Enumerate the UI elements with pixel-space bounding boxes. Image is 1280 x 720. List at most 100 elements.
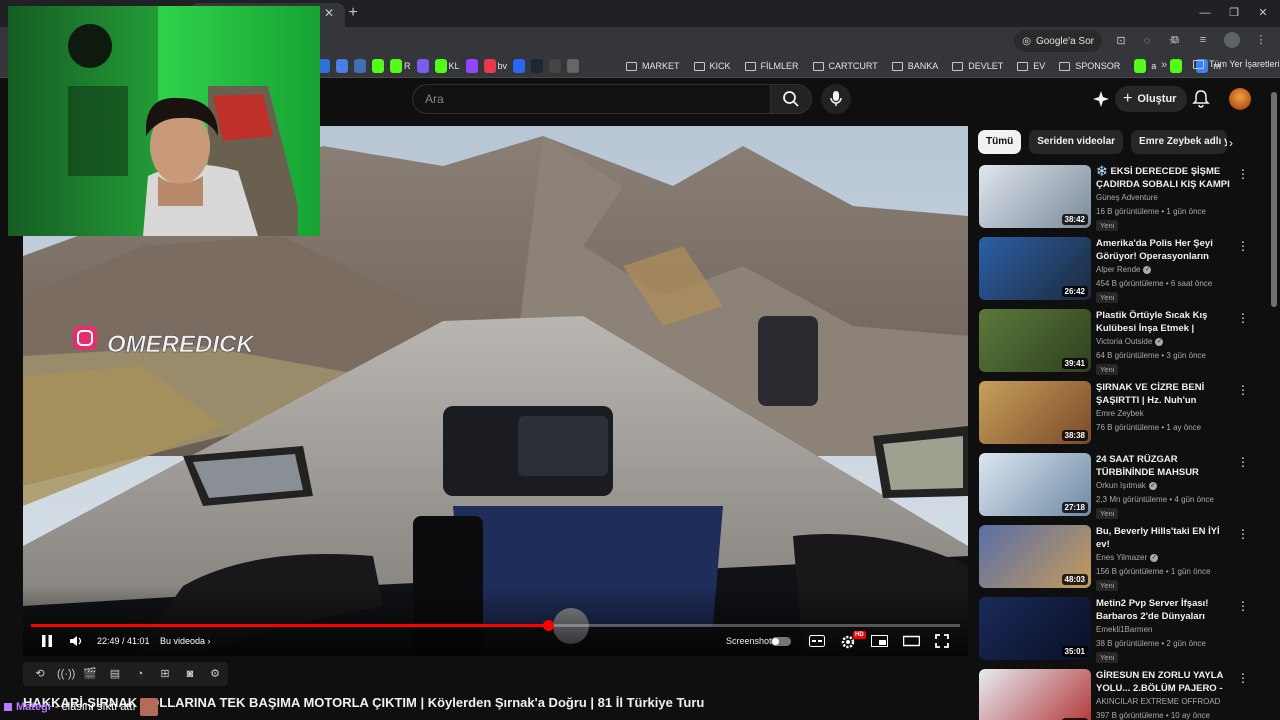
video-thumbnail[interactable]: 39:41 xyxy=(979,309,1091,372)
bookmark-item[interactable]: R xyxy=(390,59,411,73)
loop-icon[interactable]: ⟲ xyxy=(32,667,48,681)
chevron-right-icon[interactable]: › xyxy=(1222,134,1240,152)
channel-name[interactable]: Victoria Outside ✓ xyxy=(1096,337,1164,346)
recommendation-item[interactable]: 27:18 24 SAAT RÜZGAR TÜRBİNİNDE MAHSUR KA… xyxy=(978,453,1253,519)
close-tab-icon[interactable]: ✕ xyxy=(322,6,336,20)
google-sor-button[interactable]: ◎ Google'a Sor xyxy=(1014,30,1102,52)
more-actions-icon[interactable]: ⋮ xyxy=(1237,311,1249,325)
filter-chip[interactable]: Emre Zeybek adlı yük xyxy=(1131,130,1228,154)
bookmark-folder[interactable]: DEVLET xyxy=(952,61,1003,71)
recommendation-title[interactable]: 24 SAAT RÜZGAR TÜRBİNİNDE MAHSUR KALMAK! xyxy=(1096,453,1231,479)
minimize-icon[interactable]: — xyxy=(1198,6,1212,20)
channel-name[interactable]: Alper Rende ✓ xyxy=(1096,265,1152,274)
bookmark-folder[interactable]: CARTCURT xyxy=(812,61,878,71)
filter-chip[interactable]: Tümü xyxy=(978,130,1022,154)
recommendation-item[interactable]: 38:38 ŞIRNAK VE CİZRE BENİ ŞAŞIRTTI | Hz.… xyxy=(978,381,1253,447)
kebab-menu-icon[interactable]: ⋮ xyxy=(1254,33,1268,47)
search-input[interactable]: Ara xyxy=(412,84,770,114)
bookmark-folder[interactable]: SPONSOR xyxy=(1059,61,1120,71)
bookmark-item[interactable]: bv xyxy=(483,59,507,73)
more-actions-icon[interactable]: ⋮ xyxy=(1237,239,1249,253)
new-tab-icon[interactable]: + xyxy=(345,5,361,21)
bookmark-item[interactable] xyxy=(513,59,526,73)
bookmark-item[interactable] xyxy=(336,59,348,73)
recommendation-item[interactable]: 55:48GİRESUN EN ZORLU YAYLA YOLU... 2.BÖ… xyxy=(978,669,1253,720)
channel-name[interactable]: Emre Zeybek xyxy=(1096,409,1144,418)
bookmark-item[interactable] xyxy=(354,59,366,73)
channel-name[interactable]: Emekli1Barmen xyxy=(1096,625,1152,634)
bookmark-folder[interactable]: FİLMLER xyxy=(744,61,799,71)
video-thumbnail[interactable]: 38:42 xyxy=(979,165,1091,228)
voice-search-button[interactable] xyxy=(821,84,851,114)
bookmark-item[interactable] xyxy=(549,59,562,73)
camera-icon[interactable]: ◙ xyxy=(182,667,198,681)
recommendation-title[interactable]: Metin2 Pvp Server İfşası! Barbaros 2'de … xyxy=(1096,597,1231,623)
bookmark-item[interactable] xyxy=(416,59,429,73)
more-actions-icon[interactable]: ⋮ xyxy=(1237,671,1249,685)
scrollbar[interactable] xyxy=(1271,92,1277,307)
recommendation-title[interactable]: GİRESUN EN ZORLU YAYLA YOLU... 2.BÖLÜM P… xyxy=(1096,669,1231,695)
account-avatar[interactable] xyxy=(1229,88,1251,110)
more-actions-icon[interactable]: ⋮ xyxy=(1237,167,1249,181)
restore-icon[interactable]: ❐ xyxy=(1227,6,1241,20)
bookmark-item[interactable]: a xyxy=(1134,59,1156,73)
more-actions-icon[interactable]: ⋮ xyxy=(1237,527,1249,541)
miniplayer-icon[interactable] xyxy=(871,635,888,647)
recommendation-item[interactable]: 35:01 Metin2 Pvp Server İfşası! Barbaros … xyxy=(978,597,1253,663)
bookmark-folder[interactable]: BANKA xyxy=(891,61,938,71)
bookmark-item[interactable] xyxy=(372,59,384,73)
settings-icon[interactable]: ⚙ xyxy=(207,667,223,681)
filter-chip[interactable]: Seriden videolar xyxy=(1029,130,1124,154)
install-icon[interactable]: ⊡ xyxy=(1114,34,1128,48)
theater-mode-icon[interactable] xyxy=(903,635,920,647)
media-icon[interactable]: ≡ xyxy=(1196,33,1210,47)
video-thumbnail[interactable]: 38:38 xyxy=(979,381,1091,444)
recommendation-item[interactable]: 39:41 Plastik Örtüyle Sıcak Kış Kulübesi … xyxy=(978,309,1253,375)
captions-icon[interactable] xyxy=(809,635,825,647)
notifications-bell-icon[interactable] xyxy=(1191,89,1211,109)
bookmark-folder[interactable]: MARKET xyxy=(626,61,680,71)
bookmark-item[interactable] xyxy=(567,59,580,73)
chapter-button[interactable]: Bu videoda › xyxy=(160,636,211,646)
all-bookmarks[interactable]: Tüm Yer İşaretleri xyxy=(1193,59,1280,69)
video-thumbnail[interactable]: 27:18 xyxy=(979,453,1091,516)
close-window-icon[interactable]: ✕ xyxy=(1256,6,1270,20)
bookmark-folder[interactable]: EV xyxy=(1017,61,1045,71)
speed-icon[interactable]: ◔ xyxy=(132,667,148,681)
audio-icon[interactable]: ((·)) xyxy=(57,667,75,681)
recommendation-title[interactable]: Bu, Beverly Hills'taki EN İYİ ev! xyxy=(1096,525,1231,551)
volume-icon[interactable] xyxy=(69,635,83,647)
more-actions-icon[interactable]: ⋮ xyxy=(1237,599,1249,613)
profile-avatar[interactable] xyxy=(1224,32,1240,48)
clapper-icon[interactable]: 🎬 xyxy=(82,667,98,681)
pause-icon[interactable] xyxy=(41,634,53,648)
progress-bar[interactable] xyxy=(31,620,960,631)
recommendation-item[interactable]: 26:42 Amerika'da Polis Her Şeyi Görüyor! … xyxy=(978,237,1253,303)
more-actions-icon[interactable]: ⋮ xyxy=(1237,383,1249,397)
channel-name[interactable]: Güneş Adventure xyxy=(1096,193,1158,202)
bookmark-item[interactable] xyxy=(465,59,478,73)
recommendation-title[interactable]: Plastik Örtüyle Sıcak Kış Kulübesi İnşa … xyxy=(1096,309,1231,335)
search-button[interactable] xyxy=(770,84,812,114)
video-thumbnail[interactable]: 26:42 xyxy=(979,237,1091,300)
bookmark-folder[interactable]: KICK xyxy=(693,61,731,71)
create-button[interactable]: + Oluştur xyxy=(1115,86,1188,112)
bookmark-item[interactable]: KL xyxy=(434,59,460,73)
channel-name[interactable]: Orkun Işıtmak ✓ xyxy=(1096,481,1157,490)
progress-scrubber[interactable] xyxy=(542,620,554,631)
autoplay-toggle[interactable] xyxy=(771,637,791,646)
more-bookmarks-icon[interactable]: » xyxy=(1161,59,1167,71)
more-actions-icon[interactable]: ⋮ xyxy=(1237,455,1249,469)
video-thumbnail[interactable]: 55:48 xyxy=(979,669,1091,720)
recommendation-title[interactable]: ŞIRNAK VE CİZRE BENİ ŞAŞIRTTI | Hz. Nuh'… xyxy=(1096,381,1231,407)
extensions-icon[interactable]: ⧉ xyxy=(1168,33,1182,47)
bookmark-item[interactable] xyxy=(1170,59,1183,73)
bookmark-item[interactable] xyxy=(531,59,544,73)
video-thumbnail[interactable]: 48:03 xyxy=(979,525,1091,588)
picture-icon[interactable]: ⊞ xyxy=(157,667,173,681)
cinema-icon[interactable]: ▤ xyxy=(107,667,123,681)
channel-name[interactable]: Enes Yilmazer ✓ xyxy=(1096,553,1159,562)
recommendation-item[interactable]: 48:03 Bu, Beverly Hills'taki EN İYİ ev! En… xyxy=(978,525,1253,591)
recommendation-item[interactable]: 38:42 ❄️ EKSİ DERECEDE ŞİŞME ÇADIRDA SOBA… xyxy=(978,165,1253,231)
recommendation-title[interactable]: Amerika'da Polis Her Şeyi Görüyor! Opera… xyxy=(1096,237,1231,263)
